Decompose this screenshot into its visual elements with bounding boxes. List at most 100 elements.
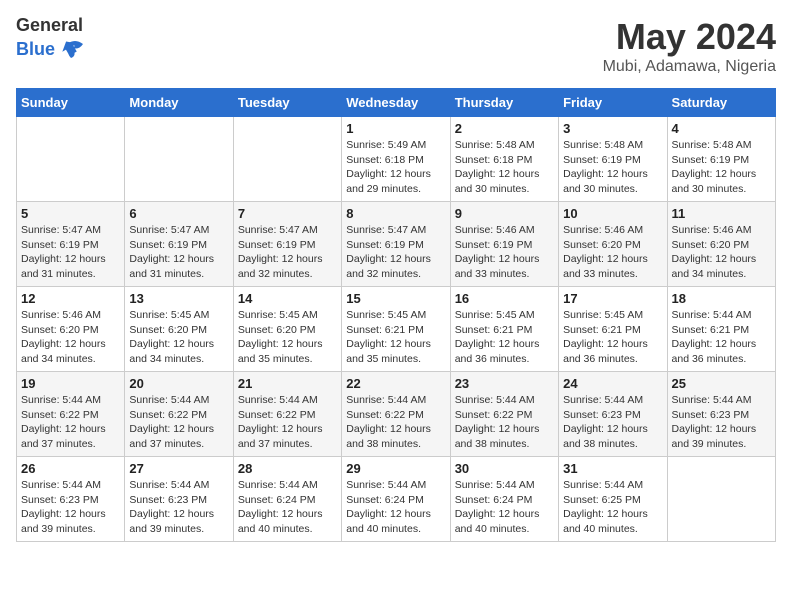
day-cell: 14Sunrise: 5:45 AM Sunset: 6:20 PM Dayli…	[233, 287, 341, 372]
day-cell: 19 Sunrise: 5:44 AM Sunset: 6:22 PM Dayli…	[17, 372, 125, 457]
day-number: 16	[455, 291, 554, 306]
day-cell: 17 Sunrise: 5:45 AM Sunset: 6:21 PM Dayli…	[559, 287, 667, 372]
calendar-table: SundayMondayTuesdayWednesdayThursdayFrid…	[16, 88, 776, 542]
day-cell: 23 Sunrise: 5:44 AM Sunset: 6:22 PM Dayli…	[450, 372, 558, 457]
day-cell: 13 Sunrise: 5:45 AM Sunset: 6:20 PM Dayli…	[125, 287, 233, 372]
day-number: 26	[21, 461, 120, 476]
day-cell: 18 Sunrise: 5:44 AM Sunset: 6:21 PM Dayli…	[667, 287, 775, 372]
day-number: 4	[672, 121, 771, 136]
day-number: 14	[238, 291, 337, 306]
column-header-sunday: Sunday	[17, 89, 125, 117]
logo-blue: Blue	[16, 40, 55, 60]
day-info: Sunrise: 5:48 AM Sunset: 6:19 PM Dayligh…	[563, 138, 662, 197]
column-header-tuesday: Tuesday	[233, 89, 341, 117]
day-cell: 30Sunrise: 5:44 AM Sunset: 6:24 PM Dayli…	[450, 457, 558, 542]
main-title: May 2024	[603, 16, 776, 58]
day-info: Sunrise: 5:47 AM Sunset: 6:19 PM Dayligh…	[129, 223, 228, 282]
day-cell: 21Sunrise: 5:44 AM Sunset: 6:22 PM Dayli…	[233, 372, 341, 457]
day-cell: 11Sunrise: 5:46 AM Sunset: 6:20 PM Dayli…	[667, 202, 775, 287]
header-row: SundayMondayTuesdayWednesdayThursdayFrid…	[17, 89, 776, 117]
day-number: 9	[455, 206, 554, 221]
day-info: Sunrise: 5:44 AM Sunset: 6:24 PM Dayligh…	[346, 478, 445, 537]
day-cell: 9 Sunrise: 5:46 AM Sunset: 6:19 PM Daylig…	[450, 202, 558, 287]
day-info: Sunrise: 5:45 AM Sunset: 6:21 PM Dayligh…	[563, 308, 662, 367]
day-info: Sunrise: 5:46 AM Sunset: 6:20 PM Dayligh…	[672, 223, 771, 282]
day-number: 6	[129, 206, 228, 221]
day-info: Sunrise: 5:44 AM Sunset: 6:22 PM Dayligh…	[455, 393, 554, 452]
day-number: 17	[563, 291, 662, 306]
day-info: Sunrise: 5:44 AM Sunset: 6:23 PM Dayligh…	[563, 393, 662, 452]
day-info: Sunrise: 5:44 AM Sunset: 6:23 PM Dayligh…	[672, 393, 771, 452]
day-number: 22	[346, 376, 445, 391]
day-info: Sunrise: 5:45 AM Sunset: 6:20 PM Dayligh…	[129, 308, 228, 367]
logo-general: General	[16, 16, 83, 36]
day-number: 27	[129, 461, 228, 476]
day-info: Sunrise: 5:44 AM Sunset: 6:22 PM Dayligh…	[346, 393, 445, 452]
day-number: 24	[563, 376, 662, 391]
column-header-monday: Monday	[125, 89, 233, 117]
day-number: 5	[21, 206, 120, 221]
day-info: Sunrise: 5:44 AM Sunset: 6:22 PM Dayligh…	[238, 393, 337, 452]
day-info: Sunrise: 5:46 AM Sunset: 6:19 PM Dayligh…	[455, 223, 554, 282]
day-number: 25	[672, 376, 771, 391]
day-cell: 6 Sunrise: 5:47 AM Sunset: 6:19 PM Daylig…	[125, 202, 233, 287]
day-cell: 8 Sunrise: 5:47 AM Sunset: 6:19 PM Daylig…	[342, 202, 450, 287]
day-info: Sunrise: 5:47 AM Sunset: 6:19 PM Dayligh…	[346, 223, 445, 282]
day-info: Sunrise: 5:44 AM Sunset: 6:25 PM Dayligh…	[563, 478, 662, 537]
day-cell: 24 Sunrise: 5:44 AM Sunset: 6:23 PM Dayli…	[559, 372, 667, 457]
day-info: Sunrise: 5:48 AM Sunset: 6:18 PM Dayligh…	[455, 138, 554, 197]
day-number: 19	[21, 376, 120, 391]
day-info: Sunrise: 5:48 AM Sunset: 6:19 PM Dayligh…	[672, 138, 771, 197]
day-cell: 1Sunrise: 5:49 AM Sunset: 6:18 PM Daylig…	[342, 117, 450, 202]
day-cell: 22 Sunrise: 5:44 AM Sunset: 6:22 PM Dayli…	[342, 372, 450, 457]
day-cell: 31 Sunrise: 5:44 AM Sunset: 6:25 PM Dayli…	[559, 457, 667, 542]
day-info: Sunrise: 5:44 AM Sunset: 6:22 PM Dayligh…	[21, 393, 120, 452]
day-number: 15	[346, 291, 445, 306]
week-row-1: 1Sunrise: 5:49 AM Sunset: 6:18 PM Daylig…	[17, 117, 776, 202]
day-cell: 3 Sunrise: 5:48 AM Sunset: 6:19 PM Daylig…	[559, 117, 667, 202]
day-cell: 29 Sunrise: 5:44 AM Sunset: 6:24 PM Dayli…	[342, 457, 450, 542]
day-cell	[667, 457, 775, 542]
day-number: 29	[346, 461, 445, 476]
day-number: 28	[238, 461, 337, 476]
day-cell: 5 Sunrise: 5:47 AM Sunset: 6:19 PM Daylig…	[17, 202, 125, 287]
day-number: 3	[563, 121, 662, 136]
day-number: 20	[129, 376, 228, 391]
day-number: 7	[238, 206, 337, 221]
day-number: 18	[672, 291, 771, 306]
day-cell: 27 Sunrise: 5:44 AM Sunset: 6:23 PM Dayli…	[125, 457, 233, 542]
day-cell: 15 Sunrise: 5:45 AM Sunset: 6:21 PM Dayli…	[342, 287, 450, 372]
day-info: Sunrise: 5:44 AM Sunset: 6:23 PM Dayligh…	[129, 478, 228, 537]
day-cell	[233, 117, 341, 202]
day-cell: 26 Sunrise: 5:44 AM Sunset: 6:23 PM Dayli…	[17, 457, 125, 542]
day-number: 13	[129, 291, 228, 306]
column-header-thursday: Thursday	[450, 89, 558, 117]
day-number: 30	[455, 461, 554, 476]
week-row-4: 19 Sunrise: 5:44 AM Sunset: 6:22 PM Dayli…	[17, 372, 776, 457]
column-header-friday: Friday	[559, 89, 667, 117]
day-cell: 2 Sunrise: 5:48 AM Sunset: 6:18 PM Daylig…	[450, 117, 558, 202]
day-number: 31	[563, 461, 662, 476]
day-cell: 28Sunrise: 5:44 AM Sunset: 6:24 PM Dayli…	[233, 457, 341, 542]
column-header-wednesday: Wednesday	[342, 89, 450, 117]
day-info: Sunrise: 5:45 AM Sunset: 6:21 PM Dayligh…	[455, 308, 554, 367]
day-cell: 20Sunrise: 5:44 AM Sunset: 6:22 PM Dayli…	[125, 372, 233, 457]
day-info: Sunrise: 5:45 AM Sunset: 6:21 PM Dayligh…	[346, 308, 445, 367]
day-info: Sunrise: 5:44 AM Sunset: 6:23 PM Dayligh…	[21, 478, 120, 537]
day-cell	[125, 117, 233, 202]
day-info: Sunrise: 5:46 AM Sunset: 6:20 PM Dayligh…	[563, 223, 662, 282]
day-number: 8	[346, 206, 445, 221]
day-info: Sunrise: 5:47 AM Sunset: 6:19 PM Dayligh…	[238, 223, 337, 282]
day-number: 10	[563, 206, 662, 221]
column-header-saturday: Saturday	[667, 89, 775, 117]
day-cell: 12Sunrise: 5:46 AM Sunset: 6:20 PM Dayli…	[17, 287, 125, 372]
day-info: Sunrise: 5:47 AM Sunset: 6:19 PM Dayligh…	[21, 223, 120, 282]
day-number: 2	[455, 121, 554, 136]
logo-bird-icon	[57, 36, 85, 64]
day-number: 23	[455, 376, 554, 391]
week-row-3: 12Sunrise: 5:46 AM Sunset: 6:20 PM Dayli…	[17, 287, 776, 372]
subtitle: Mubi, Adamawa, Nigeria	[603, 58, 776, 76]
day-cell: 16 Sunrise: 5:45 AM Sunset: 6:21 PM Dayli…	[450, 287, 558, 372]
day-info: Sunrise: 5:49 AM Sunset: 6:18 PM Dayligh…	[346, 138, 445, 197]
day-info: Sunrise: 5:44 AM Sunset: 6:21 PM Dayligh…	[672, 308, 771, 367]
